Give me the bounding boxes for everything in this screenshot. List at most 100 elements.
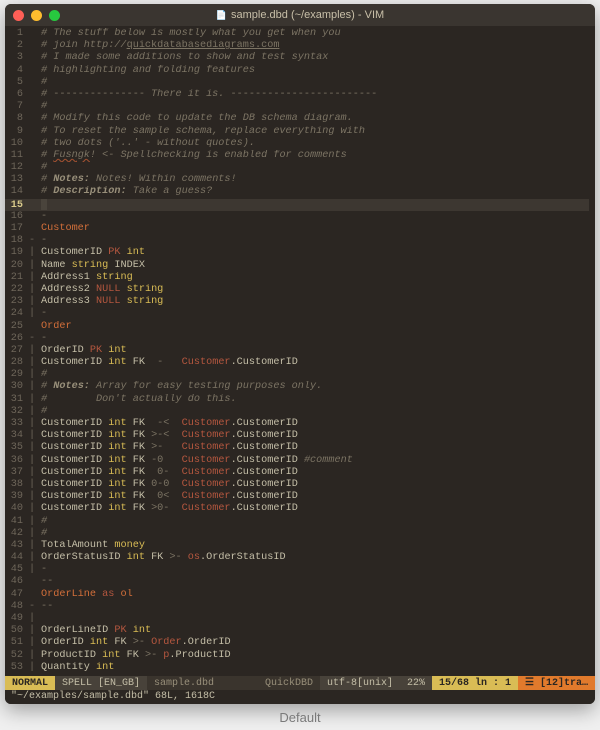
code-line[interactable]: 27|OrderID PK int [5, 345, 589, 357]
code-line[interactable]: 39|CustomerID int FK 0< Customer.Custome… [5, 491, 589, 503]
code-line[interactable]: 7 # [5, 101, 589, 113]
code-line[interactable]: 21|Address1 string [5, 272, 589, 284]
fold-column[interactable] [27, 40, 37, 52]
code-line[interactable]: 29|# [5, 369, 589, 381]
fold-column[interactable]: | [27, 503, 37, 515]
code-line[interactable]: 22|Address2 NULL string [5, 284, 589, 296]
code-line[interactable]: 14 # Description: Take a guess? [5, 186, 589, 198]
minimize-icon[interactable] [31, 10, 42, 21]
fold-column[interactable]: | [27, 418, 37, 430]
fold-column[interactable] [27, 138, 37, 150]
fold-column[interactable]: | [27, 479, 37, 491]
fold-column[interactable] [27, 113, 37, 125]
code-line[interactable]: 5 # [5, 77, 589, 89]
fold-column[interactable]: - [27, 235, 37, 247]
fold-column[interactable]: | [27, 381, 37, 393]
code-line[interactable]: 8 # Modify this code to update the DB sc… [5, 113, 589, 125]
fold-column[interactable]: | [27, 406, 37, 418]
fold-column[interactable] [27, 150, 37, 162]
close-icon[interactable] [13, 10, 24, 21]
code-line[interactable]: 40|CustomerID int FK >0- Customer.Custom… [5, 503, 589, 515]
fold-column[interactable]: | [27, 613, 37, 625]
fold-column[interactable] [27, 52, 37, 64]
code-line[interactable]: 34|CustomerID int FK >-< Customer.Custom… [5, 430, 589, 442]
fold-column[interactable]: | [27, 650, 37, 662]
code-line[interactable]: 12 # [5, 162, 589, 174]
code-line[interactable]: 16 - [5, 211, 589, 223]
code-line[interactable]: 28|CustomerID int FK - Customer.Customer… [5, 357, 589, 369]
fold-column[interactable] [27, 589, 37, 601]
code-line[interactable]: 47 OrderLine as ol [5, 589, 589, 601]
code-line[interactable]: 42|# [5, 528, 589, 540]
code-line[interactable]: 35|CustomerID int FK >- Customer.Custome… [5, 442, 589, 454]
fold-column[interactable]: | [27, 357, 37, 369]
fold-column[interactable]: | [27, 467, 37, 479]
code-line[interactable]: 38|CustomerID int FK 0-0 Customer.Custom… [5, 479, 589, 491]
fold-column[interactable]: | [27, 637, 37, 649]
code-line[interactable]: 30|# Notes: Array for easy testing purpo… [5, 381, 589, 393]
code-line[interactable]: 19|CustomerID PK int [5, 247, 589, 259]
code-line[interactable]: 24|- [5, 308, 589, 320]
fold-column[interactable]: | [27, 528, 37, 540]
fold-column[interactable] [27, 65, 37, 77]
code-line[interactable]: 23|Address3 NULL string [5, 296, 589, 308]
fold-column[interactable]: | [27, 662, 37, 674]
titlebar[interactable]: 📄 sample.dbd (~/examples) - VIM [5, 4, 595, 26]
code-line[interactable]: 53|Quantity int [5, 662, 589, 674]
code-line[interactable]: 44|OrderStatusID int FK >- os.OrderStatu… [5, 552, 589, 564]
fold-column[interactable]: | [27, 369, 37, 381]
code-line[interactable]: 15 [5, 199, 589, 211]
fold-column[interactable] [27, 321, 37, 333]
code-line[interactable]: 41|# [5, 516, 589, 528]
fold-column[interactable]: | [27, 442, 37, 454]
fold-column[interactable]: | [27, 491, 37, 503]
maximize-icon[interactable] [49, 10, 60, 21]
fold-column[interactable] [27, 223, 37, 235]
code-line[interactable]: 43|TotalAmount money [5, 540, 589, 552]
fold-column[interactable]: | [27, 308, 37, 320]
fold-column[interactable] [27, 126, 37, 138]
code-line[interactable]: 45|- [5, 564, 589, 576]
code-line[interactable]: 31|# Don't actually do this. [5, 394, 589, 406]
fold-column[interactable]: | [27, 540, 37, 552]
code-line[interactable]: 33|CustomerID int FK -< Customer.Custome… [5, 418, 589, 430]
fold-column[interactable]: | [27, 296, 37, 308]
fold-column[interactable] [27, 174, 37, 186]
fold-column[interactable]: - [27, 333, 37, 345]
fold-column[interactable]: | [27, 430, 37, 442]
fold-column[interactable] [27, 186, 37, 198]
fold-column[interactable] [27, 576, 37, 588]
code-line[interactable]: 52|ProductID int FK >- p.ProductID [5, 650, 589, 662]
fold-column[interactable]: | [27, 625, 37, 637]
fold-column[interactable] [27, 162, 37, 174]
fold-column[interactable]: | [27, 516, 37, 528]
code-line[interactable]: 11 # Fusngk! <- Spellchecking is enabled… [5, 150, 589, 162]
code-line[interactable]: 46 -- [5, 576, 589, 588]
code-line[interactable]: 17 Customer [5, 223, 589, 235]
code-line[interactable]: 20|Name string INDEX [5, 260, 589, 272]
code-line[interactable]: 4 # highlighting and folding features [5, 65, 589, 77]
code-line[interactable]: 1 # The stuff below is mostly what you g… [5, 28, 589, 40]
fold-column[interactable] [27, 101, 37, 113]
fold-column[interactable] [27, 77, 37, 89]
fold-column[interactable] [27, 28, 37, 40]
fold-column[interactable]: | [27, 284, 37, 296]
code-line[interactable]: 26-- [5, 333, 589, 345]
code-line[interactable]: 49| [5, 613, 589, 625]
code-line[interactable]: 10 # two dots ('..' - without quotes). [5, 138, 589, 150]
code-line[interactable]: 36|CustomerID int FK -0 Customer.Custome… [5, 455, 589, 467]
code-line[interactable]: 25 Order [5, 321, 589, 333]
fold-column[interactable]: | [27, 345, 37, 357]
code-line[interactable]: 32|# [5, 406, 589, 418]
fold-column[interactable]: | [27, 455, 37, 467]
code-line[interactable]: 37|CustomerID int FK 0- Customer.Custome… [5, 467, 589, 479]
fold-column[interactable]: | [27, 247, 37, 259]
code-line[interactable]: 50|OrderLineID PK int [5, 625, 589, 637]
fold-column[interactable]: | [27, 552, 37, 564]
code-line[interactable]: 2 # join http://quickdatabasediagrams.co… [5, 40, 589, 52]
fold-column[interactable]: | [27, 564, 37, 576]
code-line[interactable]: 3 # I made some additions to show and te… [5, 52, 589, 64]
code-line[interactable]: 48--- [5, 601, 589, 613]
code-line[interactable]: 9 # To reset the sample schema, replace … [5, 126, 589, 138]
editor-viewport[interactable]: 1 # The stuff below is mostly what you g… [5, 26, 595, 676]
